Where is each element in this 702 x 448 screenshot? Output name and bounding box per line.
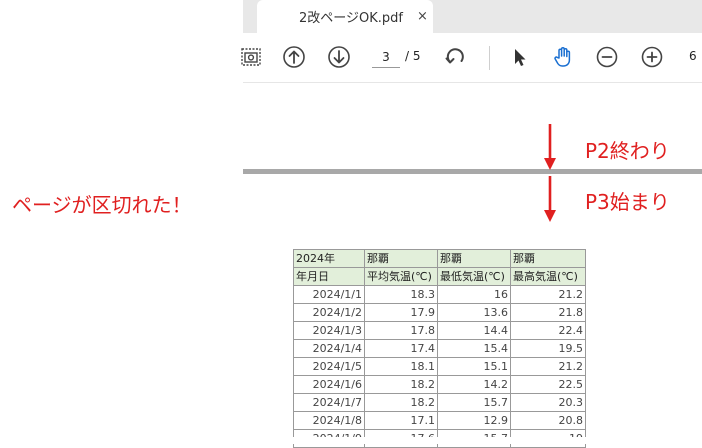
date-cell: 2024/1/8	[293, 411, 365, 430]
value-cell: 18.3	[364, 285, 438, 304]
header-cell: 最低気温(℃)	[437, 267, 511, 286]
header-cell: 那覇	[510, 249, 586, 268]
table-row: 2024/1/3 17.8 14.4 22.4	[293, 321, 586, 340]
value-cell: 14.4	[437, 321, 511, 340]
value-cell: 22.4	[510, 321, 586, 340]
table-row: 2024/1/8 17.1 12.9 20.8	[293, 411, 586, 430]
tab-title: 2改ページOK.pdf	[299, 11, 403, 26]
value-cell: 21.8	[510, 303, 586, 322]
value-cell: 12.9	[437, 411, 511, 430]
page-total: / 5	[405, 49, 421, 63]
rotate-icon[interactable]	[442, 44, 468, 70]
value-cell: 20.3	[510, 393, 586, 412]
value-cell: 21.2	[510, 285, 586, 304]
annotation-p2-end: P2終わり	[585, 139, 670, 163]
table-header-row: 2024年 那覇 那覇 那覇	[293, 249, 586, 268]
value-cell: 19.5	[510, 339, 586, 358]
select-cursor-icon[interactable]	[506, 44, 532, 70]
temperature-table: 2024年 那覇 那覇 那覇 年月日 平均気温(℃) 最低気温(℃) 最高気温(℃) 2024/…	[293, 249, 586, 448]
previous-page-button[interactable]	[281, 44, 307, 70]
toolbar-divider	[489, 46, 490, 70]
tab-bar: 2改ページOK.pdf ×	[243, 0, 702, 33]
arrow-down-p3-icon	[544, 176, 556, 222]
annotation-page-split: ページが区切れた！	[12, 193, 192, 217]
header-cell: 年月日	[293, 267, 365, 286]
value-cell: 17.4	[364, 339, 438, 358]
hand-tool-icon[interactable]	[550, 44, 576, 70]
value-cell: 17.8	[364, 321, 438, 340]
page-cutoff	[280, 437, 600, 444]
table-row: 2024/1/6 18.2 14.2 22.5	[293, 375, 586, 394]
value-cell: 18.1	[364, 357, 438, 376]
value-cell: 15.4	[437, 339, 511, 358]
value-cell: 22.5	[510, 375, 586, 394]
snapshot-icon[interactable]	[239, 44, 265, 70]
annotation-p3-start: P3始まり	[585, 190, 670, 214]
date-cell: 2024/1/6	[293, 375, 365, 394]
page-break-divider	[243, 169, 702, 174]
date-cell: 2024/1/5	[293, 357, 365, 376]
value-cell: 14.2	[437, 375, 511, 394]
value-cell: 21.2	[510, 357, 586, 376]
arrow-down-p2-icon	[544, 124, 556, 170]
date-cell: 2024/1/1	[293, 285, 365, 304]
value-cell: 18.2	[364, 393, 438, 412]
value-cell: 16	[437, 285, 511, 304]
value-cell: 18.2	[364, 375, 438, 394]
header-cell: 最高気温(℃)	[510, 267, 586, 286]
value-cell: 17.1	[364, 411, 438, 430]
zoom-level-partial[interactable]: 6	[689, 49, 697, 63]
date-cell: 2024/1/2	[293, 303, 365, 322]
date-cell: 2024/1/7	[293, 393, 365, 412]
zoom-in-button[interactable]	[639, 44, 665, 70]
tab-close-icon[interactable]: ×	[417, 9, 428, 24]
table-row: 2024/1/2 17.9 13.6 21.8	[293, 303, 586, 322]
value-cell: 13.6	[437, 303, 511, 322]
table-row: 2024/1/7 18.2 15.7 20.3	[293, 393, 586, 412]
value-cell: 17.9	[364, 303, 438, 322]
table-header-row: 年月日 平均気温(℃) 最低気温(℃) 最高気温(℃)	[293, 267, 586, 286]
next-page-button[interactable]	[326, 44, 352, 70]
date-cell: 2024/1/3	[293, 321, 365, 340]
header-cell: 2024年	[293, 249, 365, 268]
table-row: 2024/1/5 18.1 15.1 21.2	[293, 357, 586, 376]
header-cell: 平均気温(℃)	[364, 267, 438, 286]
value-cell: 15.1	[437, 357, 511, 376]
value-cell: 15.7	[437, 393, 511, 412]
header-cell: 那覇	[437, 249, 511, 268]
tab-document[interactable]: 2改ページOK.pdf ×	[257, 0, 433, 33]
zoom-out-button[interactable]	[594, 44, 620, 70]
page-number-input[interactable]	[372, 47, 400, 68]
date-cell: 2024/1/4	[293, 339, 365, 358]
value-cell: 20.8	[510, 411, 586, 430]
pdf-toolbar: / 5 6	[241, 33, 702, 83]
header-cell: 那覇	[364, 249, 438, 268]
table-row: 2024/1/1 18.3 16 21.2	[293, 285, 586, 304]
table-row: 2024/1/4 17.4 15.4 19.5	[293, 339, 586, 358]
